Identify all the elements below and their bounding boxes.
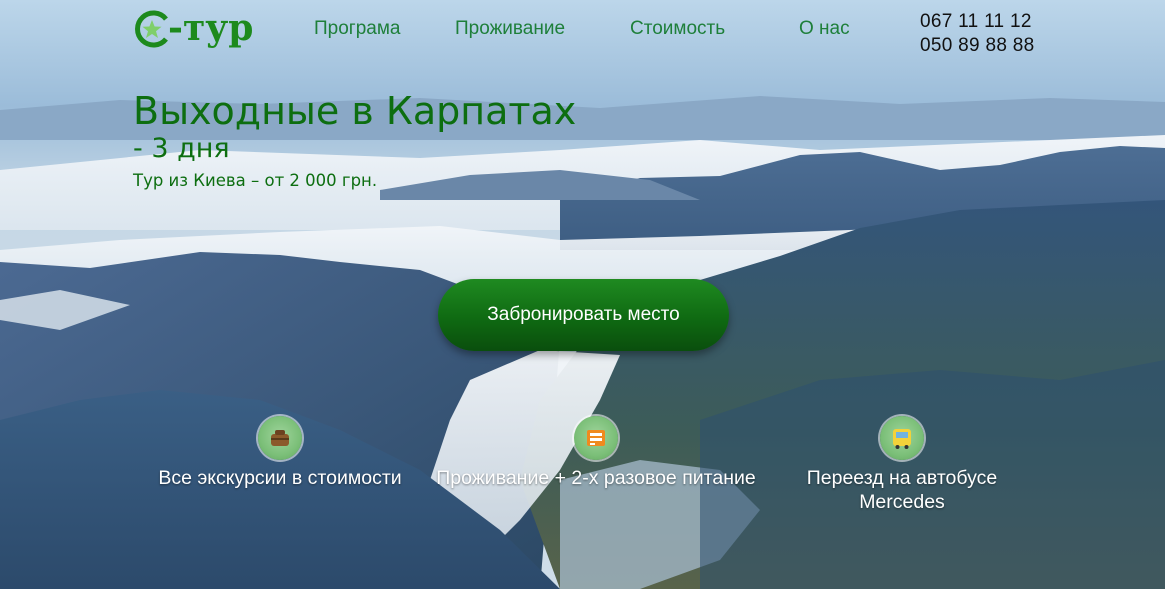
tour-duration: - 3 дня bbox=[133, 133, 230, 164]
feature-item: Проживание + 2-х разовое питание bbox=[421, 416, 771, 490]
book-place-button[interactable]: Забронировать место bbox=[438, 279, 729, 351]
feature-item: Все экскурсии в стоимости bbox=[142, 416, 418, 490]
nav-item-program[interactable]: Програма bbox=[314, 18, 400, 40]
logo-text: -тур bbox=[168, 7, 254, 49]
phone-number[interactable]: 067 11 11 12 bbox=[920, 10, 1035, 34]
phone-number[interactable]: 050 89 88 88 bbox=[920, 34, 1035, 58]
page-title: Выходные в Карпатах bbox=[133, 89, 577, 133]
logo-star-icon bbox=[132, 8, 168, 48]
brand-logo[interactable]: -тур bbox=[132, 7, 254, 49]
excursion-icon bbox=[258, 416, 302, 460]
feature-item: Переезд на автобусе Mercedes bbox=[783, 416, 1021, 514]
nav-item-about[interactable]: О нас bbox=[799, 18, 850, 40]
nav-item-accommodation[interactable]: Проживание bbox=[455, 18, 565, 40]
feature-text: Проживание + 2-х разовое питание bbox=[436, 467, 756, 489]
hero-title-block: Выходные в Карпатах - 3 дня Тур из Киева… bbox=[133, 88, 576, 194]
feature-text: Переезд на автобусе Mercedes bbox=[806, 467, 998, 513]
bus-icon bbox=[880, 416, 924, 460]
nav-item-price[interactable]: Стоимость bbox=[630, 18, 725, 40]
feature-text: Все экскурсии в стоимости bbox=[158, 467, 402, 489]
food-icon bbox=[574, 416, 618, 460]
contact-phones: 067 11 11 12 050 89 88 88 bbox=[920, 10, 1035, 58]
tour-price-line: Тур из Киева – от 2 000 грн. bbox=[133, 171, 378, 190]
